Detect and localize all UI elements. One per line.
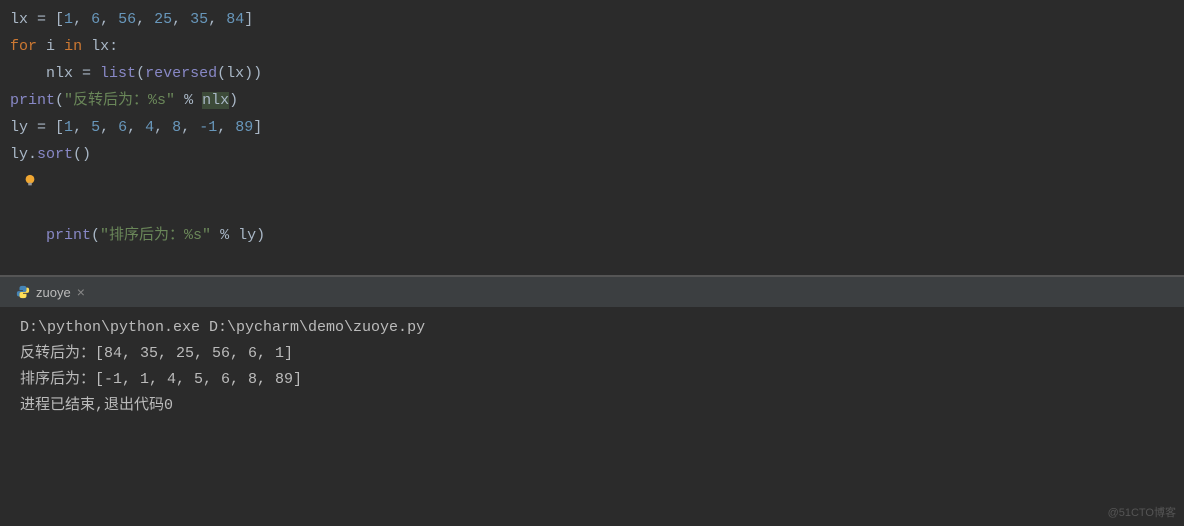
number: 5: [91, 119, 100, 136]
variable: ly: [238, 227, 256, 244]
python-icon: [16, 285, 30, 299]
variable: ly: [10, 146, 28, 163]
variable: ly: [10, 119, 28, 136]
variable: lx: [91, 38, 109, 55]
number: 84: [226, 11, 244, 28]
string-literal: "排序后为：%s": [100, 227, 211, 244]
keyword-for: for: [10, 38, 37, 55]
string-literal: "反转后为：%s": [64, 92, 175, 109]
console-line: 进程已结束,退出代码0: [20, 393, 1164, 419]
number: 6: [118, 119, 127, 136]
console-output[interactable]: D:\python\python.exe D:\pycharm\demo\zuo…: [0, 307, 1184, 526]
number: 8: [172, 119, 181, 136]
number: 6: [91, 11, 100, 28]
bracket: [: [55, 11, 64, 28]
code-line[interactable]: print("排序后为：%s" % ly): [10, 168, 1174, 249]
operator: =: [28, 11, 55, 28]
code-line[interactable]: ly.sort(): [10, 141, 1174, 168]
number: 25: [154, 11, 172, 28]
console-line: 反转后为：[84, 35, 25, 56, 6, 1]: [20, 341, 1164, 367]
builtin-print: print: [46, 227, 91, 244]
code-line[interactable]: ly = [1, 5, 6, 4, 8, -1, 89]: [10, 114, 1174, 141]
number: 1: [64, 11, 73, 28]
number: 89: [235, 119, 253, 136]
bracket: ]: [244, 11, 253, 28]
code-line[interactable]: for i in lx:: [10, 33, 1174, 60]
console-tab[interactable]: zuoye ×: [8, 284, 93, 300]
method-sort: sort: [37, 146, 73, 163]
lightbulb-icon[interactable]: [23, 174, 37, 188]
builtin-print: print: [10, 92, 55, 109]
console-line: D:\python\python.exe D:\pycharm\demo\zuo…: [20, 315, 1164, 341]
number: 4: [145, 119, 154, 136]
code-line[interactable]: print("反转后为：%s" % nlx): [10, 87, 1174, 114]
number: 56: [118, 11, 136, 28]
code-line[interactable]: nlx = list(reversed(lx)): [10, 60, 1174, 87]
code-editor[interactable]: lx = [1, 6, 56, 25, 35, 84] for i in lx:…: [0, 0, 1184, 275]
variable: lx: [10, 11, 28, 28]
variable: i: [46, 38, 55, 55]
code-line[interactable]: lx = [1, 6, 56, 25, 35, 84]: [10, 6, 1174, 33]
builtin-list: list: [100, 65, 136, 82]
watermark: @51CTO博客: [1108, 504, 1176, 520]
variable: nlx: [202, 92, 229, 109]
number: 1: [64, 119, 73, 136]
variable: nlx: [46, 65, 73, 82]
close-icon[interactable]: ×: [77, 284, 85, 300]
number: -1: [199, 119, 217, 136]
keyword-in: in: [64, 38, 82, 55]
console-line: 排序后为：[-1, 1, 4, 5, 6, 8, 89]: [20, 367, 1164, 393]
builtin-reversed: reversed: [145, 65, 217, 82]
variable: lx: [226, 65, 244, 82]
console-tab-bar: zuoye ×: [0, 277, 1184, 307]
number: 35: [190, 11, 208, 28]
tab-label: zuoye: [36, 285, 71, 300]
